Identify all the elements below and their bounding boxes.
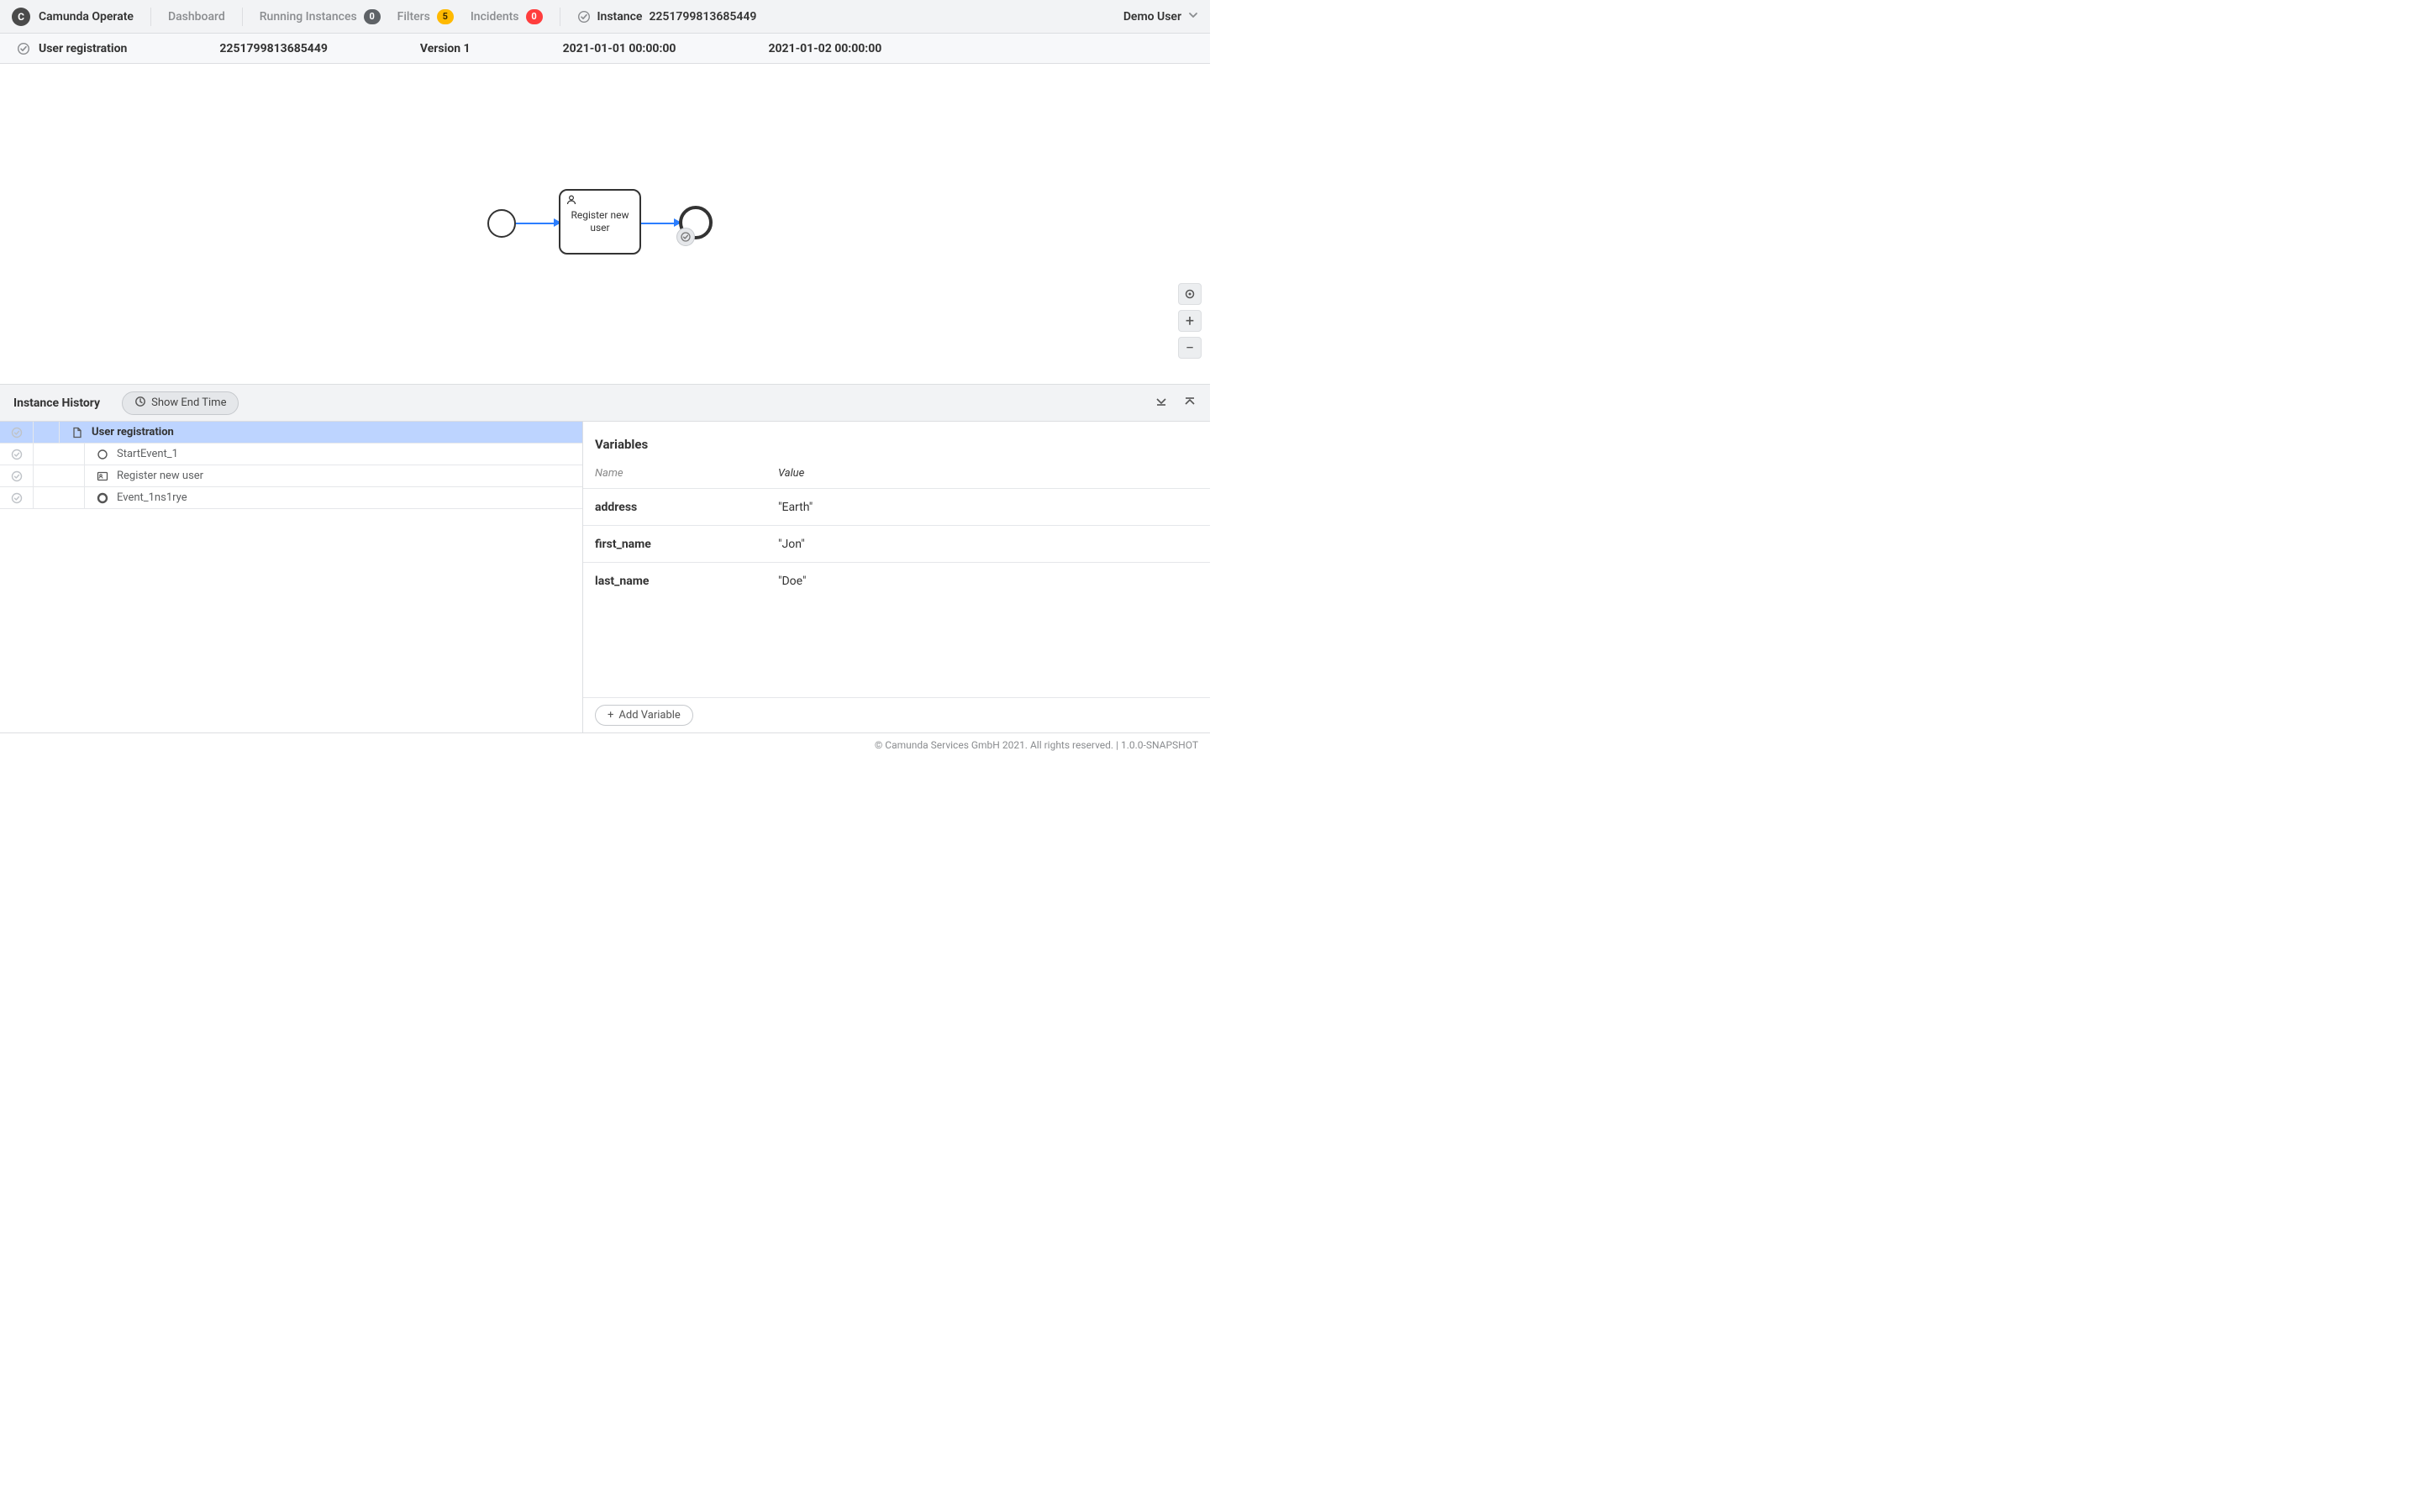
bottom-panel: User registration StartEvent_1 Register ne…: [0, 422, 1210, 732]
history-row[interactable]: Event_1ns1rye: [0, 487, 582, 509]
user-icon: [566, 194, 577, 208]
show-end-time-button[interactable]: Show End Time: [122, 391, 239, 415]
variables-col-name: Name: [595, 467, 778, 480]
zoom-reset-button[interactable]: [1178, 283, 1202, 305]
variable-name: last_name: [595, 575, 778, 588]
instance-summary-bar: User registration 2251799813685449 Versi…: [0, 34, 1210, 64]
top-nav: C Camunda Operate Dashboard Running Inst…: [0, 0, 1210, 34]
check-circle-icon: [0, 422, 34, 443]
check-circle-icon: [0, 487, 34, 508]
clock-icon: [134, 396, 146, 411]
brand-logo-icon: C: [12, 8, 30, 26]
plus-icon: +: [608, 709, 613, 722]
footer-text: © Camunda Services GmbH 2021. All rights…: [875, 739, 1198, 751]
document-icon: [66, 427, 88, 438]
variables-col-value: Value: [778, 467, 1198, 480]
nav-filters[interactable]: Filters 5: [397, 9, 454, 24]
nav-incidents[interactable]: Incidents 0: [471, 9, 543, 24]
brand[interactable]: C Camunda Operate: [12, 8, 134, 26]
bpmn-task-label: Register new user: [560, 209, 639, 234]
variables-panel: Variables Name Value address"Earth"first…: [583, 422, 1210, 732]
history-row-label: Event_1ns1rye: [113, 491, 187, 504]
instance-version: Version 1: [420, 42, 471, 55]
user-menu[interactable]: Demo User: [1123, 10, 1198, 24]
nav-separator: [242, 8, 243, 26]
bpmn-user-task[interactable]: Register new user: [559, 189, 641, 255]
nav-instance[interactable]: Instance 2251799813685449: [577, 10, 757, 24]
variable-row[interactable]: last_name"Doe": [583, 562, 1210, 599]
variable-value: "Doe": [778, 575, 1198, 588]
instance-start: 2021-01-01 00:00:00: [563, 42, 676, 55]
collapse-up-button[interactable]: [1183, 395, 1197, 412]
nav-incidents-label: Incidents: [471, 10, 519, 24]
bpmn-start-event[interactable]: [487, 209, 516, 238]
variable-row[interactable]: address"Earth": [583, 488, 1210, 525]
user-name: Demo User: [1123, 10, 1181, 24]
zoom-in-button[interactable]: +: [1178, 310, 1202, 332]
diagram-zoom-controls: + −: [1178, 283, 1202, 359]
add-variable-button[interactable]: + Add Variable: [595, 705, 693, 726]
brand-name: Camunda Operate: [39, 10, 134, 24]
circle-icon: [92, 449, 113, 460]
history-row[interactable]: User registration: [0, 422, 582, 444]
variable-value: "Earth": [778, 501, 1198, 514]
nav-instance-id: 2251799813685449: [649, 10, 756, 24]
check-circle-icon: [0, 444, 34, 465]
history-row-label: Register new user: [113, 470, 203, 482]
nav-running-instances[interactable]: Running Instances 0: [260, 9, 381, 24]
variables-title: Variables: [595, 437, 1210, 452]
variable-row[interactable]: first_name"Jon": [583, 525, 1210, 562]
footer: © Camunda Services GmbH 2021. All rights…: [0, 732, 1210, 756]
history-row[interactable]: Register new user: [0, 465, 582, 487]
zoom-out-button[interactable]: −: [1178, 337, 1202, 359]
history-title: Instance History: [13, 396, 100, 410]
ring-icon: [92, 492, 113, 504]
variable-value: "Jon": [778, 538, 1198, 551]
add-variable-label: Add Variable: [618, 709, 680, 722]
task-icon: [92, 470, 113, 482]
check-circle-icon: [17, 42, 30, 55]
instance-name: User registration: [39, 42, 127, 55]
history-header: Instance History Show End Time: [0, 385, 1210, 422]
check-circle-icon: [676, 228, 695, 246]
nav-dashboard[interactable]: Dashboard: [168, 10, 225, 24]
show-end-time-label: Show End Time: [151, 396, 226, 409]
nav-separator: [150, 8, 151, 26]
nav-instance-label: Instance: [597, 10, 643, 24]
nav-filters-label: Filters: [397, 10, 430, 24]
collapse-down-button[interactable]: [1155, 395, 1168, 412]
chevron-down-icon: [1188, 10, 1198, 24]
history-row-label: User registration: [88, 426, 174, 438]
history-row[interactable]: StartEvent_1: [0, 444, 582, 465]
check-circle-icon: [577, 10, 591, 24]
filters-count-badge: 5: [437, 9, 454, 24]
variable-name: address: [595, 501, 778, 514]
instance-id: 2251799813685449: [219, 42, 328, 55]
bpmn-diagram[interactable]: Register new user + −: [0, 64, 1210, 385]
instance-end: 2021-01-02 00:00:00: [768, 42, 881, 55]
history-tree: User registration StartEvent_1 Register ne…: [0, 422, 583, 732]
nav-running-label: Running Instances: [260, 10, 357, 24]
history-row-label: StartEvent_1: [113, 448, 178, 460]
check-circle-icon: [0, 465, 34, 486]
running-count-badge: 0: [364, 9, 381, 24]
incidents-count-badge: 0: [526, 9, 543, 24]
variable-name: first_name: [595, 538, 778, 551]
